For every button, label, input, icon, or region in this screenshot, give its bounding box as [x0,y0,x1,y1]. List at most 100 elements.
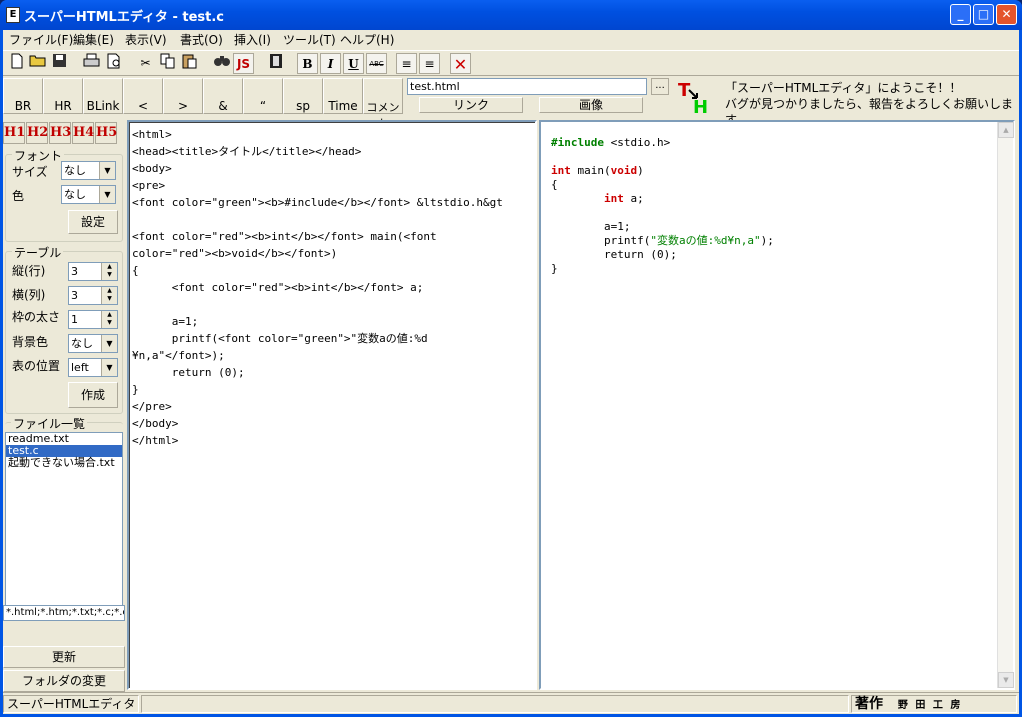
menu-insert[interactable]: 挿入(I) [234,31,271,48]
app-icon: E [6,7,20,23]
tag-lt-button[interactable]: < [123,78,163,114]
spin-arrows-icon[interactable]: ▲ ▼ [101,287,117,304]
background-value: なし [71,337,93,350]
file-list-label: ファイル一覧 [11,415,88,432]
svg-text:H: H [693,97,708,114]
app-window: E スーパーHTMLエディタ - test.c _ □ ✕ ファイル(F) 編集… [0,0,1022,717]
link-button[interactable]: リンク [419,97,523,113]
welcome-line-1: 「スーパーHTMLエディタ」にようこそ！！ [725,81,962,95]
strikethrough-button[interactable]: ABC [366,53,387,74]
tag-time-button[interactable]: Time [323,78,363,114]
tag-space-button[interactable]: sp [283,78,323,114]
link-file-input[interactable]: test.html [407,78,647,95]
scroll-down-icon[interactable]: ▼ [998,672,1014,688]
menu-help[interactable]: ヘルプ(H) [340,31,394,48]
source-editor[interactable]: <html> <head><title>タイトル</title></head> … [127,120,537,690]
find-icon[interactable] [211,53,232,74]
tag-hr-button[interactable]: HR [43,78,83,114]
background-select[interactable]: なし ▼ [68,334,118,353]
tag-br-button[interactable]: BR [3,78,43,114]
h5-button[interactable]: H5 [95,122,117,144]
border-width-value: 1 [71,313,78,326]
font-group-label: フォント [12,147,65,164]
table-create-button[interactable]: 作成 [68,382,118,408]
preview-scrollbar[interactable]: ▲ ▼ [997,122,1014,688]
paste-icon[interactable] [179,53,200,74]
browse-button[interactable]: ... [651,78,669,95]
align-left-icon[interactable]: ≡ [396,53,417,74]
rows-label: 縦(行) [12,264,46,278]
new-file-icon[interactable] [6,53,27,74]
scroll-up-icon[interactable]: ▲ [998,122,1014,138]
image-button[interactable]: 画像 [539,97,643,113]
tag-gt-button[interactable]: > [163,78,203,114]
font-set-button[interactable]: 設定 [68,210,118,234]
preview-open-brace: { [551,178,558,191]
menu-file[interactable]: ファイル(F) [9,31,73,48]
copy-icon[interactable] [157,53,178,74]
bold-button[interactable]: B [297,53,318,74]
h1-button[interactable]: H1 [3,122,25,144]
print-preview-icon[interactable] [103,53,124,74]
align-right-icon[interactable]: ≡ [419,53,440,74]
h4-button[interactable]: H4 [72,122,94,144]
h3-button[interactable]: H3 [49,122,71,144]
preview-main-end: ) [637,164,644,177]
author-label: 著作 [855,696,883,712]
author-name: 野 田 工 房 [897,700,963,711]
tag-blink-button[interactable]: BLink [83,78,123,114]
status-empty-cell [141,695,849,713]
font-group: フォント サイズ なし ▼ 色 なし ▼ 設定 [5,147,123,242]
refresh-button[interactable]: 更新 [3,646,125,668]
font-size-select[interactable]: なし ▼ [61,161,116,180]
preview-decl: a; [623,192,644,205]
maximize-button[interactable]: □ [973,4,994,25]
rows-stepper[interactable]: 3 ▲ ▼ [68,262,118,281]
close-button[interactable]: ✕ [996,4,1017,25]
table-position-label: 表の位置 [12,359,61,373]
menu-view[interactable]: 表示(V) [125,31,167,48]
save-icon[interactable] [49,53,70,74]
file-list[interactable]: readme.txt test.c 起動できない場合.txt [5,432,123,614]
tag-comment-button[interactable]: コメント [363,78,403,130]
preview-printf-string: "変数aの値:%d¥n,a" [650,234,761,247]
open-folder-icon[interactable] [27,53,48,74]
underline-button[interactable]: U [343,53,364,74]
spin-arrows-icon[interactable]: ▲ ▼ [101,311,117,328]
font-size-value: なし [64,164,86,177]
font-color-select[interactable]: なし ▼ [61,185,116,204]
border-width-stepper[interactable]: 1 ▲ ▼ [68,310,118,329]
spin-arrows-icon[interactable]: ▲ ▼ [101,263,117,280]
cols-stepper[interactable]: 3 ▲ ▼ [68,286,118,305]
chevron-down-icon: ▼ [99,186,115,203]
tag-quote-button[interactable]: “ [243,78,283,114]
list-item[interactable]: 起動できない場合.txt [6,457,122,469]
status-bar: スーパーHTMLエディタ 著作 野 田 工 房 [3,692,1019,714]
cut-icon[interactable]: ✂ [135,53,156,74]
editor-code[interactable]: <html> <head><title>タイトル</title></head> … [129,122,535,449]
title-bar[interactable]: E スーパーHTMLエディタ - test.c _ □ ✕ [0,0,1022,30]
background-label: 背景色 [12,335,49,349]
change-folder-button[interactable]: フォルダの変更 [3,670,125,692]
menu-tools[interactable]: ツール(T) [283,31,336,48]
preview-content: #include <stdio.h> int main(void) { int … [541,122,1013,276]
menu-format[interactable]: 書式(O) [180,31,223,48]
delete-icon[interactable]: ✕ [450,53,471,74]
italic-button[interactable]: I [320,53,341,74]
chevron-down-icon: ▼ [99,162,115,179]
table-position-select[interactable]: left ▼ [68,358,118,377]
h2-button[interactable]: H2 [26,122,48,144]
minimize-button[interactable]: _ [950,4,971,25]
film-icon[interactable] [265,53,286,74]
font-color-label: 色 [12,189,25,203]
font-size-label: サイズ [12,165,48,179]
file-filter-input[interactable]: *.html;*.htm;*.txt;*.c;*.c [3,605,125,621]
table-group-label: テーブル [12,244,64,261]
javascript-icon[interactable]: JS [233,53,254,74]
chevron-down-icon: ▼ [101,335,117,352]
menu-edit[interactable]: 編集(E) [73,31,114,48]
font-color-value: なし [64,188,86,201]
app-logo: T H [677,78,713,118]
tag-amp-button[interactable]: & [203,78,243,114]
print-icon[interactable] [81,53,102,74]
